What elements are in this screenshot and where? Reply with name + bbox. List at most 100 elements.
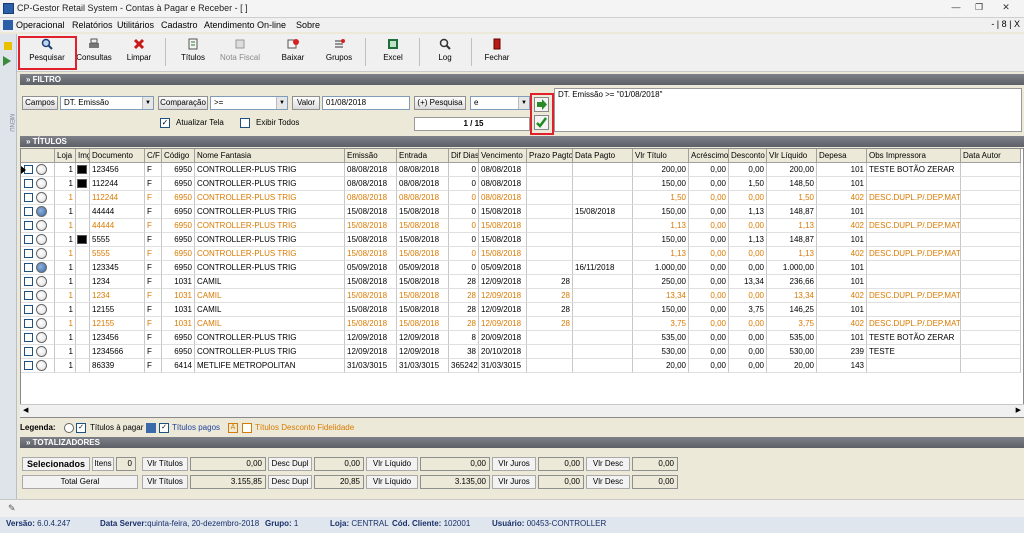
column-header-cf[interactable]: C/F — [145, 149, 162, 163]
column-header-obs-impressora[interactable]: Obs Impressora — [867, 149, 961, 163]
row-selector[interactable] — [21, 359, 55, 373]
row-selector[interactable] — [21, 345, 55, 359]
sel-vlr-juros-value: 0,00 — [538, 457, 584, 471]
row-selector[interactable] — [21, 163, 55, 177]
chevron-down-icon[interactable]: ▼ — [518, 97, 529, 109]
row-selector[interactable] — [21, 177, 55, 191]
column-header-nome-fantasia[interactable]: Nome Fantasia — [195, 149, 345, 163]
row-selector[interactable] — [21, 205, 55, 219]
legend-desconto-checkbox[interactable] — [242, 423, 252, 433]
column-header-depesa[interactable]: Depesa — [817, 149, 867, 163]
menu-sobre[interactable]: Sobre — [296, 20, 320, 30]
column-header-vlr-liquido[interactable]: Vlr Líquido — [767, 149, 817, 163]
comparacao-select[interactable]: >= ▼ — [210, 96, 288, 110]
legend-a-pagar-checkbox[interactable]: ✓ — [76, 423, 86, 433]
chevron-down-icon[interactable]: ▼ — [142, 97, 153, 109]
valor-input[interactable]: 01/08/2018 — [322, 96, 410, 110]
mdi-controls[interactable]: - | 8 | X — [991, 19, 1020, 29]
pen-icon[interactable]: ✎ — [8, 503, 16, 514]
titulos-button[interactable]: Títulos — [175, 36, 211, 70]
exibir-todos-checkbox[interactable] — [240, 118, 250, 128]
column-header-loja[interactable]: Loja — [55, 149, 76, 163]
row-checkbox[interactable] — [24, 179, 33, 188]
row-checkbox[interactable] — [24, 221, 33, 230]
baixar-button[interactable]: Baixar — [275, 36, 311, 70]
row-checkbox[interactable] — [24, 249, 33, 258]
row-checkbox[interactable] — [24, 361, 33, 370]
horizontal-scrollbar[interactable]: ◀ ▶ — [20, 404, 1024, 417]
row-selector[interactable] — [21, 233, 55, 247]
column-header-acrescimo[interactable]: Acréscimo — [689, 149, 729, 163]
cell-emissao: 12/09/2018 — [345, 345, 397, 359]
row-checkbox[interactable] — [24, 207, 33, 216]
menu-operacional[interactable]: Operacional — [16, 20, 65, 30]
row-selector[interactable] — [21, 275, 55, 289]
scroll-left-icon[interactable]: ◀ — [23, 406, 28, 414]
nota-fiscal-button[interactable]: Nota Fiscal — [217, 36, 263, 70]
atualizar-tela-label: Atualizar Tela — [176, 118, 224, 127]
row-selector[interactable] — [21, 331, 55, 345]
column-header-documento[interactable]: Documento — [90, 149, 145, 163]
cell-dif-dias: 0 — [449, 233, 479, 247]
column-header-dif-dias[interactable]: Dif Dias — [449, 149, 479, 163]
row-selector[interactable] — [21, 219, 55, 233]
image-icon[interactable] — [77, 235, 87, 244]
pesquisa-select[interactable]: e ▼ — [470, 96, 530, 110]
column-header-prazo-pagto[interactable]: Prazo Pagto — [527, 149, 573, 163]
sidebar-menu-label: MENU — [8, 114, 14, 132]
row-selector[interactable] — [21, 289, 55, 303]
limpar-button[interactable]: Limpar — [121, 36, 157, 70]
column-header-vencimento[interactable]: Vencimento — [479, 149, 527, 163]
menu-relatorios[interactable]: Relatórios — [72, 20, 113, 30]
fechar-button[interactable]: Fechar — [479, 36, 515, 70]
grupos-button[interactable]: Grupos — [321, 36, 357, 70]
row-selector[interactable] — [21, 317, 55, 331]
excel-button[interactable]: Excel — [375, 36, 411, 70]
column-header-entrada[interactable]: Entrada — [397, 149, 449, 163]
cell-vencimento: 15/08/2018 — [479, 219, 527, 233]
campos-select[interactable]: DT. Emissão ▼ — [60, 96, 154, 110]
row-selector[interactable] — [21, 261, 55, 275]
column-header-data-pagto[interactable]: Data Pagto — [573, 149, 633, 163]
row-checkbox[interactable] — [24, 319, 33, 328]
menu-atendimento[interactable]: Atendimento On-line — [204, 20, 286, 30]
image-icon[interactable] — [77, 165, 87, 174]
row-checkbox[interactable] — [24, 291, 33, 300]
legend-pagos-checkbox[interactable]: ✓ — [159, 423, 169, 433]
log-button[interactable]: Log — [427, 36, 463, 70]
row-checkbox[interactable] — [24, 277, 33, 286]
row-selector[interactable] — [21, 191, 55, 205]
column-header-select[interactable] — [21, 149, 55, 163]
menu-utilitarios[interactable]: Utilitários — [117, 20, 154, 30]
column-header-data-autor[interactable]: Data Autor — [961, 149, 1021, 163]
minimize-button[interactable]: — — [945, 1, 967, 15]
row-checkbox[interactable] — [24, 263, 33, 272]
consultas-button[interactable]: Consultas — [75, 36, 113, 70]
row-selector[interactable] — [21, 247, 55, 261]
column-header-emissao[interactable]: Emissão — [345, 149, 397, 163]
column-header-desconto[interactable]: Desconto — [729, 149, 767, 163]
menu-cadastro[interactable]: Cadastro — [161, 20, 198, 30]
row-checkbox[interactable] — [24, 235, 33, 244]
chevron-down-icon[interactable]: ▼ — [276, 97, 287, 109]
column-header-vlr-titulo[interactable]: Vlr Título — [633, 149, 689, 163]
atualizar-tela-checkbox[interactable]: ✓ — [160, 118, 170, 128]
column-header-img[interactable]: Img — [76, 149, 90, 163]
cell-vlr-liquido: 236,66 — [767, 275, 817, 289]
column-header-codigo[interactable]: Código — [162, 149, 195, 163]
titulos-grid[interactable]: LojaImgDocumentoC/FCódigoNome FantasiaEm… — [20, 148, 1024, 418]
cell-prazo-pagto — [527, 359, 573, 373]
row-selector[interactable] — [21, 303, 55, 317]
maximize-button[interactable]: ❐ — [968, 1, 990, 15]
grupo-label: Grupo: — [265, 519, 292, 528]
arrow-right-icon[interactable] — [3, 56, 11, 66]
cell-desconto: 3,75 — [729, 303, 767, 317]
close-window-button[interactable]: ✕ — [995, 1, 1017, 15]
row-checkbox[interactable] — [24, 305, 33, 314]
image-icon[interactable] — [77, 179, 87, 188]
row-checkbox[interactable] — [24, 347, 33, 356]
row-checkbox[interactable] — [24, 193, 33, 202]
side-menu-strip[interactable]: MENU — [0, 34, 17, 499]
scroll-right-icon[interactable]: ▶ — [1016, 406, 1021, 414]
row-checkbox[interactable] — [24, 333, 33, 342]
